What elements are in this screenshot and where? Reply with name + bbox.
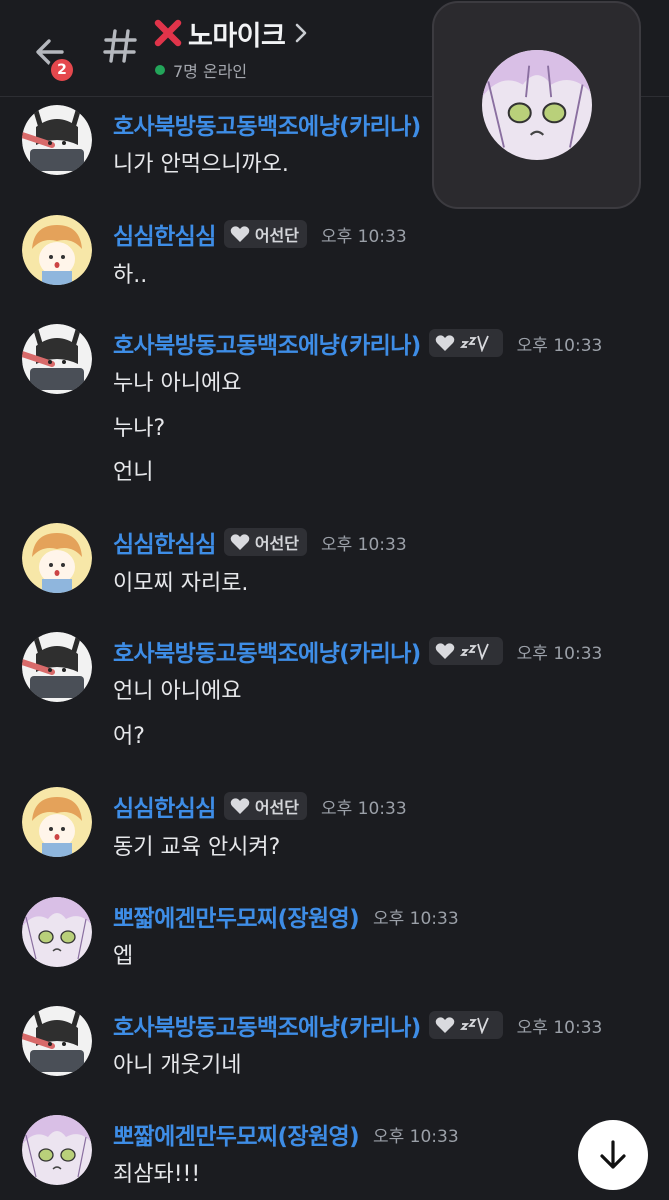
channel-name: 노마이크 [188, 20, 286, 52]
role-tag[interactable] [428, 637, 503, 665]
user-avatar-simsim[interactable] [22, 215, 92, 285]
role-tag[interactable] [428, 1011, 503, 1039]
online-status: 7명 온라인 [155, 58, 247, 82]
user-avatar-karina[interactable] [22, 632, 92, 702]
username[interactable]: 심심한심심 [113, 525, 216, 559]
user-avatar-simsim[interactable] [22, 523, 92, 593]
message-text: 엡 [113, 944, 134, 969]
channel-title-button[interactable]: 노마이크 [152, 15, 307, 52]
timestamp: 오후 10:33 [320, 226, 407, 247]
timestamp: 오후 10:33 [320, 798, 407, 819]
chat-screen: 2 노마이크 7명 온라인 호사북방동고동백조에냥(카리나) 니가 안먹으니까오… [0, 0, 669, 1200]
user-avatar-wonyoung[interactable] [22, 897, 92, 967]
username[interactable]: 뽀짧에겐만두모찌(장원영) [113, 899, 360, 933]
timestamp: 오후 10:33 [516, 643, 603, 664]
user-avatar-simsim[interactable] [22, 787, 92, 857]
username[interactable]: 호사북방동고동백조에냥(카리나) [113, 326, 421, 360]
online-count: 7명 온라인 [173, 62, 248, 81]
back-button[interactable]: 2 [26, 28, 76, 84]
username[interactable]: 심심한심심 [113, 789, 216, 823]
role-tag[interactable]: 어선단 [223, 528, 307, 556]
timestamp: 오후 10:33 [372, 908, 459, 929]
role-tag-label: 어선단 [254, 798, 299, 817]
message-text: 언니 아니에요 [113, 679, 242, 704]
message-text: 니가 안먹으니까오. [113, 152, 289, 177]
user-avatar-karina[interactable] [22, 1006, 92, 1076]
hash-icon [103, 29, 137, 63]
user-avatar-karina[interactable] [22, 324, 92, 394]
message-text: 동기 교육 안시켜? [113, 835, 281, 860]
heart-icon [435, 643, 454, 659]
message-list[interactable]: 호사북방동고동백조에냥(카리나) 니가 안먹으니까오. 심심한심심 어선단 오후 [0, 97, 669, 1200]
username[interactable]: 호사북방동고동백조에냥(카리나) [113, 107, 421, 141]
timestamp: 오후 10:33 [372, 1126, 459, 1147]
online-dot-icon [155, 65, 165, 75]
participant-avatar [481, 50, 592, 160]
user-avatar-karina[interactable] [22, 105, 92, 175]
username[interactable]: 호사북방동고동백조에냥(카리나) [113, 1008, 421, 1042]
sleep-zzz-icon [459, 1017, 489, 1034]
message-text: 이모찌 자리로. [113, 571, 249, 596]
message-text: 죄삼돠!!! [113, 1162, 201, 1187]
role-tag-label: 어선단 [254, 534, 299, 553]
timestamp: 오후 10:33 [516, 1017, 603, 1038]
message-text: 어? [113, 724, 145, 749]
username[interactable]: 호사북방동고동백조에냥(카리나) [113, 634, 421, 668]
jump-to-latest-button[interactable] [578, 1120, 648, 1190]
username[interactable]: 뽀짧에겐만두모찌(장원영) [113, 1117, 360, 1151]
heart-icon [435, 1017, 454, 1033]
heart-icon [435, 335, 454, 351]
role-tag[interactable]: 어선단 [223, 792, 307, 820]
username[interactable]: 심심한심심 [113, 217, 216, 251]
role-tag[interactable]: 어선단 [223, 220, 307, 248]
role-tag[interactable] [428, 329, 503, 357]
timestamp: 오후 10:33 [516, 335, 603, 356]
sleep-zzz-icon [459, 643, 489, 660]
message-text: 누나? [113, 416, 166, 441]
chevron-right-icon [296, 23, 307, 43]
message-text: 누나 아니에요 [113, 371, 242, 396]
heart-icon [230, 226, 250, 242]
heart-icon [230, 798, 250, 814]
heart-icon [230, 534, 250, 550]
arrow-down-icon [600, 1140, 626, 1169]
user-avatar-wonyoung[interactable] [22, 1115, 92, 1185]
role-tag-label: 어선단 [254, 226, 299, 245]
message-text: 언니 [113, 460, 154, 485]
message-text: 하.. [113, 263, 148, 288]
sleep-zzz-icon [459, 335, 489, 352]
timestamp: 오후 10:33 [320, 534, 407, 555]
voice-participant-tile[interactable] [432, 1, 641, 209]
unread-badge: 2 [48, 56, 76, 84]
red-x-icon [154, 19, 182, 47]
message-text: 아니 개웃기네 [113, 1053, 242, 1078]
